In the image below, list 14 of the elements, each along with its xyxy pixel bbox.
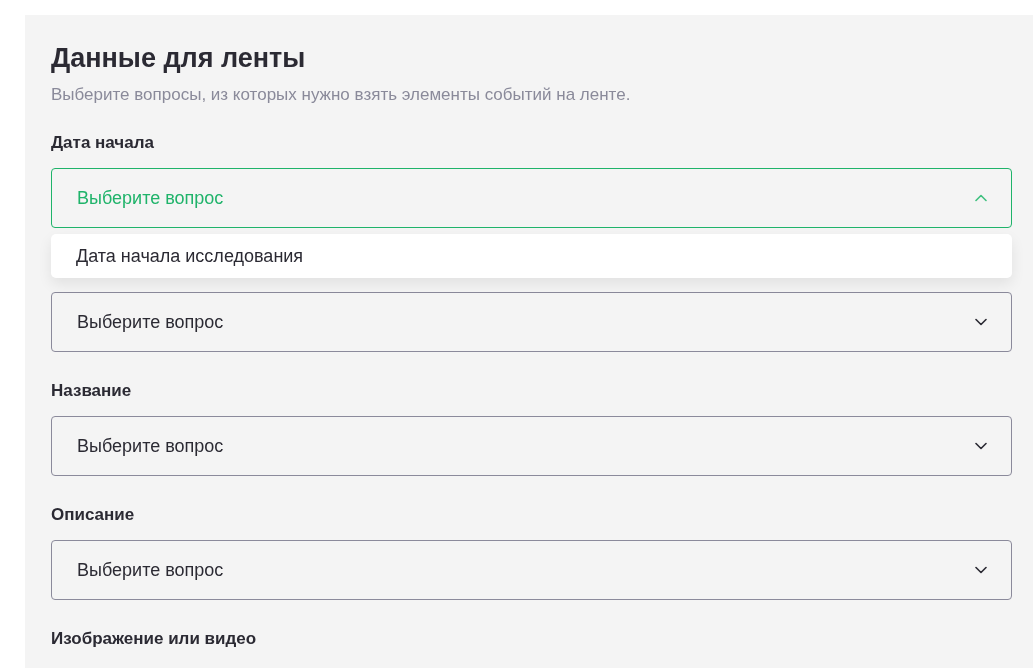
question-select[interactable]: Выберите вопрос — [51, 540, 1012, 600]
chevron-up-icon — [975, 194, 987, 202]
field-label: Дата начала — [51, 132, 155, 154]
chevron-down-icon — [975, 442, 987, 450]
section-title: Данные для ленты — [51, 42, 307, 74]
field-label: Изображение или видео — [51, 628, 258, 650]
question-select[interactable]: Выберите вопрос — [51, 292, 1012, 352]
dropdown-option[interactable]: Дата начала исследования — [51, 234, 1012, 278]
field-label: Описание — [51, 504, 136, 526]
field-label: Название — [51, 380, 133, 402]
chevron-down-icon — [975, 566, 987, 574]
section-description: Выберите вопросы, из которых нужно взять элементы событий на ленте. — [51, 84, 632, 106]
chevron-down-icon — [975, 318, 987, 326]
question-select[interactable]: Выберите вопрос — [51, 416, 1012, 476]
